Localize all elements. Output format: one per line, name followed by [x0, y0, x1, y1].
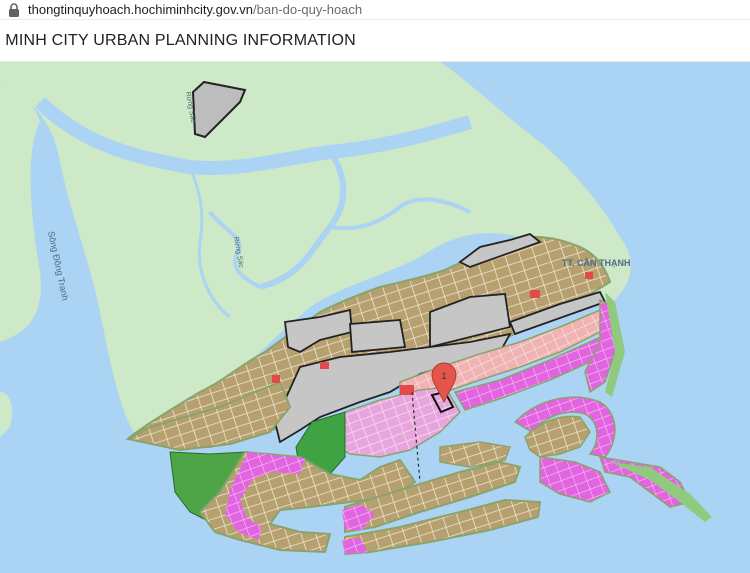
- planning-map[interactable]: Sông Đồng Tranh Rừng Sác Rừng Sác TT. CẦ…: [0, 62, 750, 573]
- address-bar[interactable]: thongtinquyhoach.hochiminhcity.gov.vn/ba…: [0, 0, 750, 20]
- url-path: /ban-do-quy-hoach: [253, 2, 363, 17]
- marker-number: 1: [441, 371, 446, 381]
- commercial-lot-4: [272, 375, 280, 383]
- town-label: TT. CẦN THẠNH: [562, 258, 631, 268]
- map-canvas[interactable]: Sông Đồng Tranh Rừng Sác Rừng Sác TT. CẦ…: [0, 62, 750, 573]
- commercial-lot-2: [530, 290, 540, 298]
- page-title: I MINH CITY URBAN PLANNING INFORMATION: [0, 31, 356, 49]
- lock-icon: [9, 2, 19, 17]
- url-host: thongtinquyhoach.hochiminhcity.gov.vn: [28, 2, 253, 17]
- commercial-lot-3: [320, 362, 329, 369]
- reserved-block-2: [349, 319, 407, 353]
- commercial-lot-5: [585, 272, 593, 279]
- page-header: I MINH CITY URBAN PLANNING INFORMATION: [0, 20, 750, 62]
